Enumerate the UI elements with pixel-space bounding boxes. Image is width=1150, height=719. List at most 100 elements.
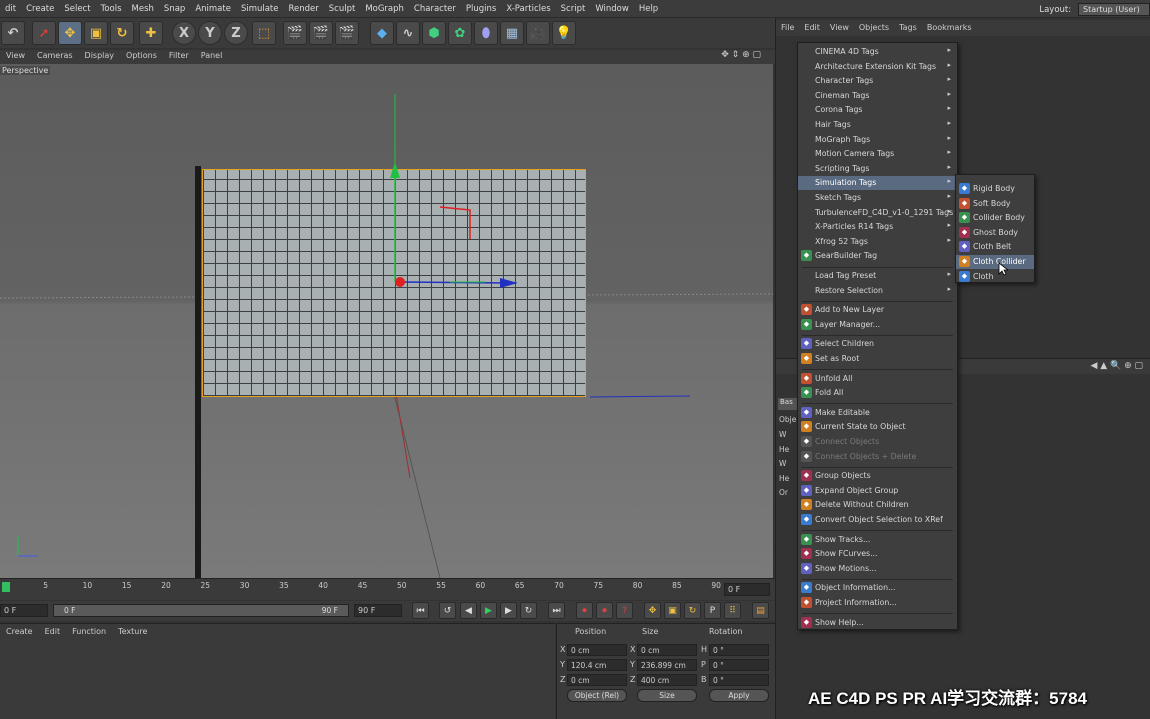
- menu-item[interactable]: Architecture Extension Kit Tags ▸: [798, 60, 957, 74]
- playhead[interactable]: [2, 582, 10, 592]
- menubar-item[interactable]: Window: [590, 0, 634, 18]
- rotate-icon[interactable]: ↻: [110, 21, 134, 45]
- menubar-item[interactable]: Plugins: [461, 0, 501, 18]
- last-tool-icon[interactable]: ✚: [139, 21, 163, 45]
- menu-item[interactable]: Scripting Tags ▸: [798, 162, 957, 176]
- render-picture-viewer-icon[interactable]: 🎬: [309, 21, 333, 45]
- menu-item[interactable]: Show Tracks... ◆: [798, 533, 957, 547]
- menu-item[interactable]: Hair Tags ▸: [798, 118, 957, 132]
- render-settings-icon[interactable]: 🎬: [335, 21, 359, 45]
- menu-item[interactable]: Show Help... ◆: [798, 616, 957, 630]
- menu-item[interactable]: Restore Selection ▸: [798, 284, 957, 298]
- end-frame-field[interactable]: 90 F: [354, 604, 402, 617]
- world-coordinates-icon[interactable]: ⬚: [252, 21, 276, 45]
- menu-item[interactable]: TurbulenceFD_C4D_v1-0_1291 Tags ▸: [798, 206, 957, 220]
- menu-item[interactable]: Fold All ◆: [798, 386, 957, 400]
- subdivision-icon[interactable]: ⬢: [422, 21, 446, 45]
- menu-item[interactable]: Show FCurves... ◆: [798, 547, 957, 561]
- menu-item[interactable]: Object Information... ◆: [798, 581, 957, 595]
- material-menu-item[interactable]: Create: [0, 624, 39, 639]
- start-frame-field[interactable]: 0 F: [0, 604, 48, 617]
- key-scale-icon[interactable]: ▣: [664, 602, 681, 619]
- menubar-item[interactable]: Simulate: [236, 0, 284, 18]
- menu-item[interactable]: Ghost Body ◆: [956, 226, 1034, 240]
- menu-item[interactable]: Soft Body ◆: [956, 197, 1034, 211]
- viewport-nav-icons[interactable]: ✥ ⇕ ⊕ ▢: [721, 50, 761, 60]
- menu-item[interactable]: Layer Manager... ◆: [798, 318, 957, 332]
- timeline-window-icon[interactable]: ▤: [752, 602, 769, 619]
- menubar-item[interactable]: Snap: [159, 0, 190, 18]
- viewport-menu-item[interactable]: Options: [120, 50, 163, 60]
- move-gizmo[interactable]: [0, 64, 773, 578]
- viewport[interactable]: Perspective: [0, 64, 773, 578]
- range-slider[interactable]: 0 F 90 F: [53, 604, 349, 617]
- menu-item[interactable]: Cineman Tags ▸: [798, 89, 957, 103]
- pos-z-field[interactable]: 0 cm: [567, 674, 627, 686]
- pos-x-field[interactable]: 0 cm: [567, 644, 627, 656]
- menu-item[interactable]: Add to New Layer ◆: [798, 303, 957, 317]
- menubar-item[interactable]: Character: [409, 0, 461, 18]
- size-mode-select[interactable]: Size: [637, 689, 697, 702]
- go-to-end-icon[interactable]: ⏭: [548, 602, 565, 619]
- menu-item[interactable]: GearBuilder Tag ◆: [798, 249, 957, 263]
- menu-item[interactable]: Current State to Object ◆: [798, 420, 957, 434]
- autokey-icon[interactable]: ⏺: [596, 602, 613, 619]
- menu-item[interactable]: Convert Object Selection to XRef ◆: [798, 513, 957, 527]
- render-view-icon[interactable]: 🎬: [283, 21, 307, 45]
- menu-item[interactable]: Rigid Body ◆: [956, 182, 1034, 196]
- menu-item[interactable]: Unfold All ◆: [798, 372, 957, 386]
- menu-item[interactable]: Select Children ◆: [798, 337, 957, 351]
- play-icon[interactable]: ▶: [480, 602, 497, 619]
- menubar-item[interactable]: Mesh: [127, 0, 159, 18]
- menubar-item[interactable]: dit: [0, 0, 21, 18]
- next-frame-icon[interactable]: ▶: [500, 602, 517, 619]
- object-manager-menu-item[interactable]: Edit: [799, 20, 825, 35]
- menubar-item[interactable]: Animate: [190, 0, 236, 18]
- light-icon[interactable]: 💡: [552, 21, 576, 45]
- menu-item[interactable]: Collider Body ◆: [956, 211, 1034, 225]
- material-menu-item[interactable]: Function: [66, 624, 112, 639]
- viewport-menu-item[interactable]: Panel: [195, 50, 229, 60]
- menubar-item[interactable]: X-Particles: [501, 0, 555, 18]
- prev-key-icon[interactable]: ↺: [439, 602, 456, 619]
- menu-item[interactable]: Character Tags ▸: [798, 74, 957, 88]
- object-manager-menu-item[interactable]: Objects: [854, 20, 894, 35]
- menu-item[interactable]: MoGraph Tags ▸: [798, 133, 957, 147]
- menu-item[interactable]: Show Motions... ◆: [798, 562, 957, 576]
- material-menu-item[interactable]: Texture: [112, 624, 153, 639]
- viewport-menu-item[interactable]: View: [0, 50, 31, 60]
- rot-h-field[interactable]: 0 °: [709, 644, 769, 656]
- live-select-icon[interactable]: ➚: [32, 21, 56, 45]
- key-param-icon[interactable]: P: [704, 602, 721, 619]
- object-manager-menu-item[interactable]: File: [776, 20, 799, 35]
- pos-y-field[interactable]: 120.4 cm: [567, 659, 627, 671]
- key-pla-icon[interactable]: ⠿: [724, 602, 741, 619]
- viewport-menu-item[interactable]: Filter: [163, 50, 195, 60]
- menu-item[interactable]: X-Particles R14 Tags ▸: [798, 220, 957, 234]
- menu-item[interactable]: Make Editable ◆: [798, 406, 957, 420]
- size-y-field[interactable]: 236.899 cm: [637, 659, 697, 671]
- object-manager-menu-item[interactable]: View: [825, 20, 854, 35]
- move-icon[interactable]: ✥: [58, 21, 82, 45]
- key-rotation-icon[interactable]: ↻: [684, 602, 701, 619]
- prev-frame-icon[interactable]: ◀: [460, 602, 477, 619]
- go-to-start-icon[interactable]: ⏮: [412, 602, 429, 619]
- menu-item[interactable]: CINEMA 4D Tags ▸: [798, 45, 957, 59]
- current-frame-field[interactable]: 0 F: [724, 583, 770, 596]
- viewport-menu-item[interactable]: Display: [79, 50, 121, 60]
- object-manager-menu-item[interactable]: Bookmarks: [922, 20, 977, 35]
- timeline-ruler[interactable]: 051015202530354045505560657075808590 0 F: [0, 578, 775, 600]
- menu-item[interactable]: Simulation Tags ▸: [798, 176, 957, 191]
- attributes-nav-icons[interactable]: ◀ ▲ 🔍 ⊕ ▢: [1090, 361, 1143, 371]
- menu-item[interactable]: Corona Tags ▸: [798, 103, 957, 117]
- next-key-icon[interactable]: ↻: [520, 602, 537, 619]
- menu-item[interactable]: Cloth Belt ◆: [956, 240, 1034, 254]
- coordinate-mode-select[interactable]: Object (Rel): [567, 689, 627, 702]
- menu-item[interactable]: Load Tag Preset ▸: [798, 269, 957, 283]
- viewport-menu-item[interactable]: Cameras: [31, 50, 79, 60]
- layout-select[interactable]: Startup (User): [1078, 3, 1150, 16]
- undo-icon[interactable]: ↶: [1, 21, 25, 45]
- cloner-icon[interactable]: ✿: [448, 21, 472, 45]
- menu-item[interactable]: Delete Without Children ◆: [798, 498, 957, 512]
- y-axis-icon[interactable]: Y: [198, 21, 222, 45]
